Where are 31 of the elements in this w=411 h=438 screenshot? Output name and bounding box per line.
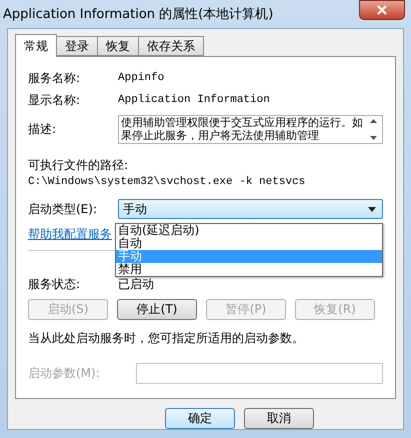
service-button[interactable]: 停止(T) [117, 299, 197, 320]
field-label: 可执行文件的路径: [28, 157, 130, 174]
tab[interactable]: 登录 [56, 36, 98, 56]
field-label: 启动参数(M): [28, 364, 101, 382]
dropdown-option[interactable]: 自动(延迟启动) [116, 224, 382, 237]
display-name-value: Application Information [118, 94, 270, 106]
dropdown-option[interactable]: 禁用 [116, 263, 382, 276]
scroll-up-icon[interactable] [370, 118, 377, 122]
description-box[interactable]: 使用辅助管理权限便于交互式应用程序的运行。如果停止此服务，用户将无法使用辅助管理 [118, 114, 383, 144]
window-title: Application Information 的属性(本地计算机) [3, 6, 274, 23]
close-icon [376, 5, 388, 15]
path-value: C:\Windows\system32\svchost.exe -k netsvcs [28, 176, 306, 188]
dropdown-caret-icon [368, 206, 376, 212]
tab[interactable]: 依存关系 [138, 36, 204, 56]
service-status-value: 已启动 [118, 276, 154, 292]
dialog-button[interactable]: 取消 [244, 408, 314, 429]
field-label: 服务名称: [28, 70, 82, 86]
field-label: 服务状态: [28, 276, 82, 292]
field-label: 启动类型(E): [28, 200, 98, 218]
dropdown-option[interactable]: 自动 [116, 237, 382, 250]
tab[interactable]: 常规 [15, 34, 57, 57]
scroll-down-icon[interactable] [370, 136, 377, 140]
service-name-value: Appinfo [118, 72, 164, 84]
hint-text: 当从此处启动服务时，您可指定所适用的启动参数。 [28, 330, 305, 347]
startup-type-dropdown[interactable]: 手动 [118, 199, 383, 219]
help-link[interactable]: 帮助我配置服务 [28, 226, 112, 242]
field-label: 显示名称: [28, 92, 82, 108]
close-button[interactable] [359, 0, 405, 20]
tab[interactable]: 恢复 [97, 36, 139, 56]
field-label: 描述: [28, 120, 58, 138]
dialog-button[interactable]: 确定 [165, 408, 235, 429]
